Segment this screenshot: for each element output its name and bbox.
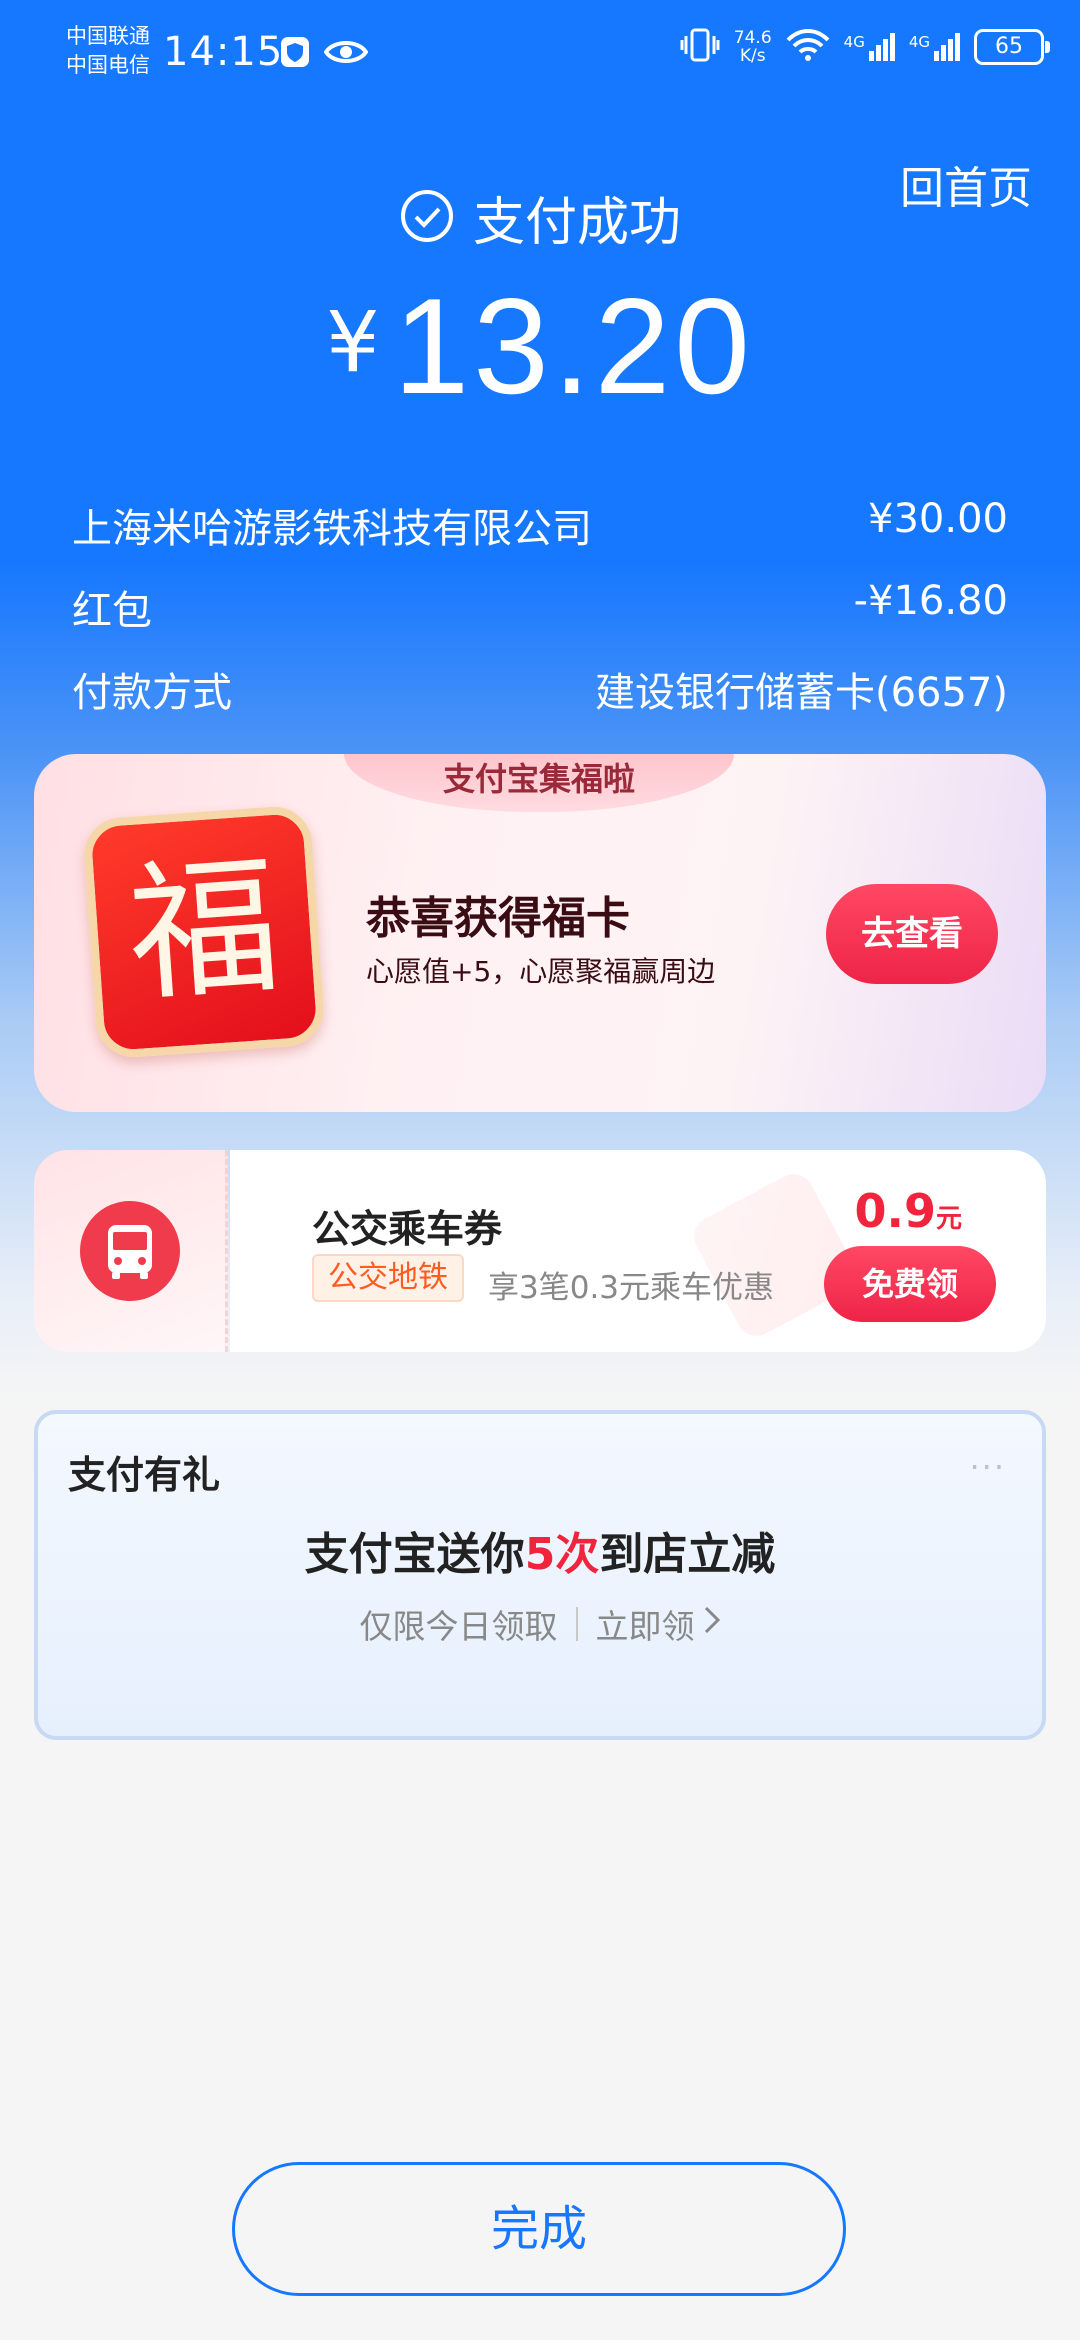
bus-icon [80, 1201, 180, 1301]
chevron-right-icon [703, 1605, 721, 1643]
detail-value: 建设银行储蓄卡(6657) [594, 670, 1008, 716]
status-time: 14:15 [163, 29, 284, 75]
signal-icon-2: 4G [909, 33, 960, 61]
category-tag: 公交地铁 [312, 1254, 464, 1302]
detail-label: 上海米哈游影铁科技有限公司 [72, 506, 592, 552]
net-speed: 74.6 K/s [734, 29, 772, 65]
net-speed-value: 74.6 [733, 28, 772, 48]
promo-limit-text: 仅限今日领取 [359, 1607, 558, 1646]
detail-row-payment-method: 付款方式 建设银行储蓄卡(6657) [72, 660, 1008, 718]
paid-amount: ¥13.20 [0, 268, 1080, 424]
carrier-names: 中国联通 中国电信 [66, 22, 150, 80]
view-button[interactable]: 去查看 [826, 884, 998, 984]
bus-coupon-stub [34, 1150, 228, 1352]
coupon-price: 0.9元 [854, 1184, 962, 1238]
bus-coupon-title: 公交乘车券 [312, 1207, 503, 1251]
amount-value: 13.20 [393, 270, 754, 422]
coupon-price-unit: 元 [935, 1204, 962, 1234]
shield-icon [280, 36, 310, 72]
wifi-icon [786, 28, 830, 66]
signal-icon-1: 4G [844, 33, 895, 61]
promo-subline: 仅限今日领取 立即领 [38, 1600, 1042, 1648]
promo-title-highlight: 5次 [524, 1529, 600, 1580]
success-banner: 支付成功 [0, 180, 1080, 255]
detail-label: 红包 [72, 588, 152, 634]
promo-label: 支付有礼 [68, 1453, 221, 1497]
blessing-ribbon: 支付宝集福啦 [344, 754, 734, 812]
battery-icon: 65 [974, 29, 1050, 65]
claim-free-button[interactable]: 免费领 [824, 1246, 996, 1322]
done-button[interactable]: 完成 [232, 2162, 846, 2296]
check-circle-icon [399, 188, 473, 248]
detail-label: 付款方式 [72, 670, 232, 716]
coupon-price-value: 0.9 [854, 1184, 936, 1238]
detail-value: ¥30.00 [868, 496, 1008, 542]
detail-value: -¥16.80 [853, 578, 1008, 624]
success-title: 支付成功 [472, 193, 681, 253]
currency-symbol: ¥ [326, 293, 380, 391]
bus-coupon-body: 公交乘车券 公交地铁 享3笔0.3元乘车优惠 0.9元 免费领 [230, 1150, 1046, 1352]
detail-row-redpacket: 红包 -¥16.80 [72, 578, 1008, 636]
blessing-card[interactable]: 支付宝集福啦 福 恭喜获得福卡 心愿值+5，心愿聚福赢周边 去查看 [34, 754, 1046, 1112]
promo-title: 支付宝送你5次到店立减 [38, 1518, 1042, 1582]
eye-icon [323, 38, 369, 70]
blessing-title: 恭喜获得福卡 [366, 893, 630, 944]
blessing-subtitle: 心愿值+5，心愿聚福赢周边 [366, 955, 716, 988]
carrier-1: 中国联通 [66, 24, 150, 48]
detail-row-merchant: 上海米哈游影铁科技有限公司 ¥30.00 [72, 496, 1008, 554]
promo-title-suffix: 到店立减 [599, 1529, 776, 1580]
claim-now-link[interactable]: 立即领 [596, 1600, 695, 1648]
promo-title-prefix: 支付宝送你 [304, 1529, 525, 1580]
fu-card-icon: 福 [81, 804, 327, 1060]
status-bar: 中国联通 中国电信 14:15 74.6 K/s 4G 4G 65 [0, 0, 1080, 110]
payment-reward-card[interactable]: 支付有礼 ··· 支付宝送你5次到店立减 仅限今日领取 立即领 [34, 1410, 1046, 1740]
bus-coupon-card[interactable]: 公交乘车券 公交地铁 享3笔0.3元乘车优惠 0.9元 免费领 [34, 1150, 1046, 1352]
net-speed-unit: K/s [739, 46, 766, 66]
vibrate-icon [680, 28, 720, 66]
more-options-icon[interactable]: ··· [969, 1448, 1006, 1486]
divider [575, 1607, 578, 1641]
status-indicators: 74.6 K/s 4G 4G 65 [680, 28, 1050, 66]
bus-coupon-description: 享3笔0.3元乘车优惠 [488, 1270, 775, 1306]
carrier-2: 中国电信 [66, 53, 150, 77]
